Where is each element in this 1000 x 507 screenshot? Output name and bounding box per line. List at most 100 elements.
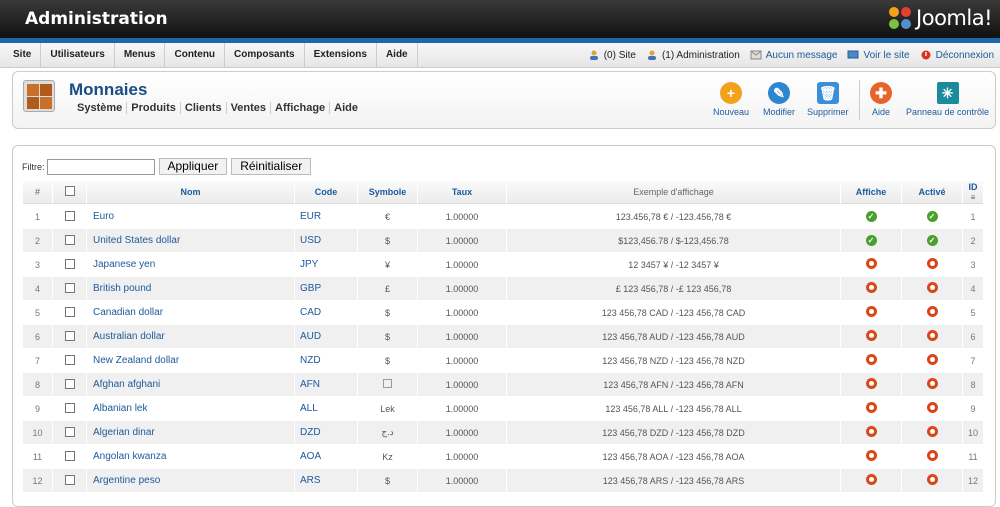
row-checkbox[interactable] bbox=[64, 402, 75, 413]
table-row[interactable]: 10 Algerian dinar DZD د.ج 1.00000 123 456,78 … bbox=[23, 421, 983, 444]
cell-active[interactable] bbox=[902, 253, 962, 276]
row-checkbox[interactable] bbox=[64, 210, 75, 221]
row-checkbox[interactable] bbox=[64, 378, 75, 389]
view-site-link[interactable]: Voir le site bbox=[847, 50, 910, 61]
cell-code[interactable]: AOA bbox=[295, 445, 357, 468]
edit-button[interactable]: ✎ Modifier bbox=[763, 82, 795, 117]
check-icon[interactable]: ✓ bbox=[926, 211, 938, 222]
reset-button[interactable]: Réinitialiser bbox=[231, 158, 312, 175]
cell-display[interactable] bbox=[841, 469, 901, 492]
cell-code[interactable]: JPY bbox=[295, 253, 357, 276]
header-id[interactable]: ID ≡ bbox=[963, 181, 983, 204]
cell-select[interactable] bbox=[53, 253, 86, 276]
cell-code[interactable]: AFN bbox=[295, 373, 357, 396]
cell-select[interactable] bbox=[53, 469, 86, 492]
cell-code[interactable]: ALL bbox=[295, 397, 357, 420]
cell-name[interactable]: Afghan afghani bbox=[87, 373, 294, 396]
disabled-icon[interactable] bbox=[926, 426, 938, 437]
cell-name[interactable]: Japanese yen bbox=[87, 253, 294, 276]
disabled-icon[interactable] bbox=[865, 474, 877, 485]
disabled-icon[interactable] bbox=[865, 426, 877, 437]
cell-select[interactable] bbox=[53, 349, 86, 372]
cell-code[interactable]: GBP bbox=[295, 277, 357, 300]
row-checkbox[interactable] bbox=[64, 258, 75, 269]
menu-item-content[interactable]: Contenu bbox=[165, 43, 226, 67]
menu-item-menus[interactable]: Menus bbox=[115, 43, 166, 67]
cell-code[interactable]: NZD bbox=[295, 349, 357, 372]
menu-item-components[interactable]: Composants bbox=[225, 43, 305, 67]
table-row[interactable]: 3 Japanese yen JPY ¥1.00000 12 3457 ¥ / -12 … bbox=[23, 253, 983, 276]
control-panel-button[interactable]: ✳ Panneau de contrôle bbox=[906, 82, 989, 117]
messages-link[interactable]: Aucun message bbox=[750, 50, 837, 61]
cell-name[interactable]: Albanian lek bbox=[87, 397, 294, 420]
apply-button[interactable]: Appliquer bbox=[158, 158, 228, 175]
table-row[interactable]: 2 United States dollar USD $1.00000 $123,456… bbox=[23, 229, 983, 252]
cell-select[interactable] bbox=[53, 205, 86, 228]
cell-code[interactable]: DZD bbox=[295, 421, 357, 444]
header-display[interactable]: Affiche bbox=[841, 181, 901, 204]
disabled-icon[interactable] bbox=[926, 378, 938, 389]
table-row[interactable]: 9 Albanian lek ALL Lek 1.00000 123 456,78 ALL… bbox=[23, 397, 983, 420]
cell-name[interactable]: Algerian dinar bbox=[87, 421, 294, 444]
cell-display[interactable] bbox=[841, 373, 901, 396]
header-active[interactable]: Activé bbox=[902, 181, 962, 204]
cell-name[interactable]: New Zealand dollar bbox=[87, 349, 294, 372]
header-name[interactable]: Nom bbox=[87, 181, 294, 204]
check-icon[interactable]: ✓ bbox=[865, 235, 877, 246]
cell-display[interactable] bbox=[841, 349, 901, 372]
row-checkbox[interactable] bbox=[64, 282, 75, 293]
table-row[interactable]: 5 Canadian dollar CAD $1.00000 123 456,78 CA… bbox=[23, 301, 983, 324]
menu-item-site[interactable]: Site bbox=[4, 43, 42, 67]
disabled-icon[interactable] bbox=[865, 378, 877, 389]
submenu-customers[interactable]: Clients bbox=[181, 102, 227, 114]
disabled-icon[interactable] bbox=[865, 402, 877, 413]
menu-item-extensions[interactable]: Extensions bbox=[305, 43, 377, 67]
table-row[interactable]: 11 Angolan kwanza AOA Kz 1.00000 123 456,78 A… bbox=[23, 445, 983, 468]
cell-active[interactable] bbox=[902, 277, 962, 300]
cell-select[interactable] bbox=[53, 229, 86, 252]
submenu-system[interactable]: Système bbox=[73, 102, 128, 114]
cell-select[interactable] bbox=[53, 373, 86, 396]
table-row[interactable]: 6 Australian dollar AUD $1.00000 123 456,78 … bbox=[23, 325, 983, 348]
disabled-icon[interactable] bbox=[926, 282, 938, 293]
submenu-help[interactable]: Aide bbox=[330, 102, 362, 114]
cell-display[interactable] bbox=[841, 253, 901, 276]
cell-code[interactable]: AUD bbox=[295, 325, 357, 348]
disabled-icon[interactable] bbox=[926, 354, 938, 365]
table-row[interactable]: 7 New Zealand dollar NZD $1.00000 123 456,78… bbox=[23, 349, 983, 372]
filter-input[interactable] bbox=[46, 158, 155, 175]
row-checkbox[interactable] bbox=[64, 474, 75, 485]
cell-select[interactable] bbox=[53, 277, 86, 300]
cell-select[interactable] bbox=[53, 421, 86, 444]
cell-display[interactable] bbox=[841, 397, 901, 420]
cell-active[interactable]: ✓ bbox=[902, 229, 962, 252]
help-button[interactable]: ✚ Aide bbox=[870, 82, 892, 117]
cell-display[interactable] bbox=[841, 325, 901, 348]
disabled-icon[interactable] bbox=[926, 258, 938, 269]
cell-name[interactable]: Australian dollar bbox=[87, 325, 294, 348]
cell-code[interactable]: CAD bbox=[295, 301, 357, 324]
new-button[interactable]: + Nouveau bbox=[713, 82, 749, 117]
cell-name[interactable]: Argentine peso bbox=[87, 469, 294, 492]
menu-item-help[interactable]: Aide bbox=[377, 43, 418, 67]
cell-active[interactable] bbox=[902, 301, 962, 324]
cell-code[interactable]: USD bbox=[295, 229, 357, 252]
cell-active[interactable] bbox=[902, 349, 962, 372]
disabled-icon[interactable] bbox=[865, 258, 877, 269]
header-symbol[interactable]: Symbole bbox=[358, 181, 417, 204]
cell-code[interactable]: ARS bbox=[295, 469, 357, 492]
cell-name[interactable]: Euro bbox=[87, 205, 294, 228]
row-checkbox[interactable] bbox=[64, 354, 75, 365]
cell-code[interactable]: EUR bbox=[295, 205, 357, 228]
menu-item-users[interactable]: Utilisateurs bbox=[41, 43, 115, 67]
select-all-checkbox[interactable] bbox=[64, 186, 75, 196]
table-row[interactable]: 4 British pound GBP £1.00000 £ 123 456,78 / … bbox=[23, 277, 983, 300]
disabled-icon[interactable] bbox=[865, 450, 877, 461]
disabled-icon[interactable] bbox=[926, 474, 938, 485]
cell-select[interactable] bbox=[53, 325, 86, 348]
cell-active[interactable]: ✓ bbox=[902, 205, 962, 228]
cell-name[interactable]: United States dollar bbox=[87, 229, 294, 252]
cell-active[interactable] bbox=[902, 445, 962, 468]
row-checkbox[interactable] bbox=[64, 450, 75, 461]
disabled-icon[interactable] bbox=[926, 306, 938, 317]
